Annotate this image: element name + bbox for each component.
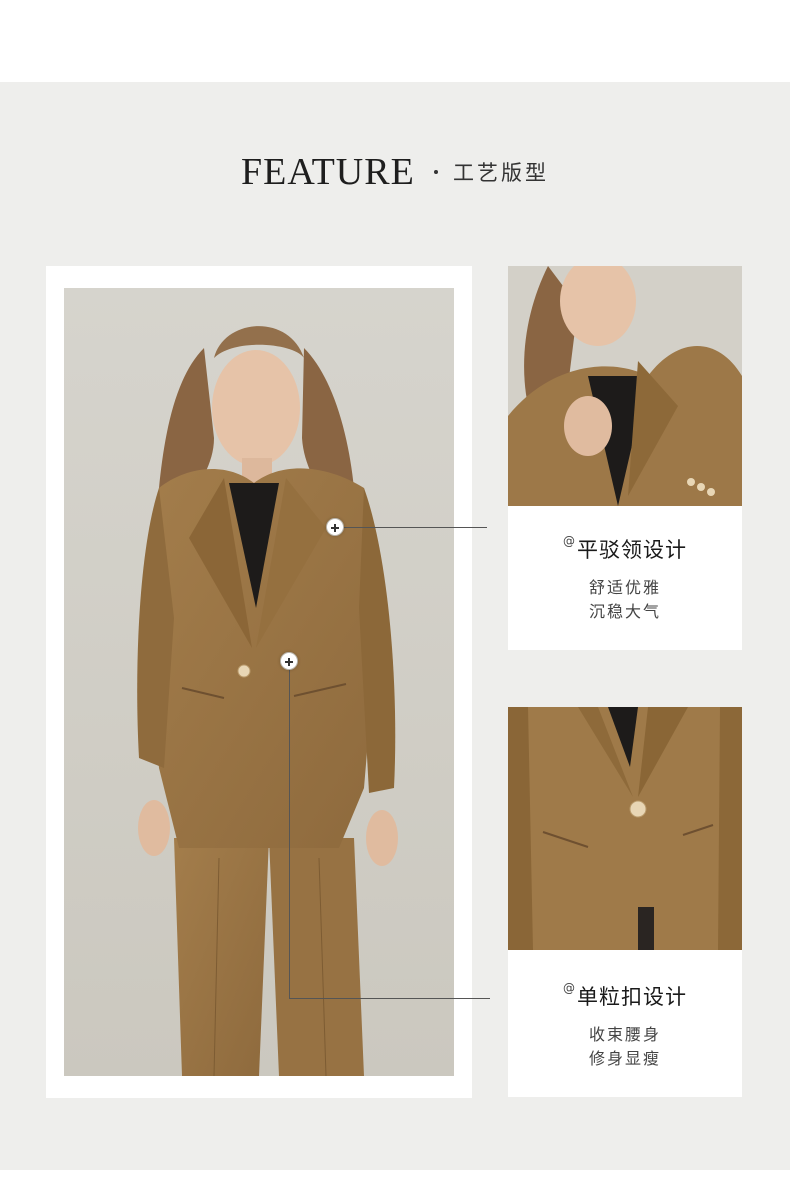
feature-heading: @单粒扣设计 (508, 981, 742, 1011)
title-english: FEATURE (241, 151, 415, 193)
lapel-hotspot-plus-icon[interactable] (326, 518, 344, 536)
section-title: FEATURE 工艺版型 (0, 150, 790, 194)
lapel-detail-photo (508, 266, 742, 506)
feature-heading-text: 平驳领设计 (577, 538, 687, 562)
feature-description: 收束腰身 修身显瘦 (508, 1023, 742, 1071)
at-marker-icon: @ (563, 981, 575, 995)
feature-line: 舒适优雅 (588, 578, 661, 597)
feature-heading: @平驳领设计 (508, 534, 742, 564)
feature-description: 舒适优雅 沉稳大气 (508, 576, 742, 624)
feature-line: 沉稳大气 (588, 602, 661, 621)
title-chinese: 工艺版型 (452, 161, 549, 185)
button-hotspot-plus-icon[interactable] (280, 652, 298, 670)
feature-heading-text: 单粒扣设计 (577, 985, 687, 1009)
button-connector-vertical (289, 670, 290, 998)
button-detail-photo (508, 707, 742, 950)
feature-card-lapel: @平驳领设计 舒适优雅 沉稳大气 (508, 266, 742, 650)
bottom-spacer (0, 1170, 790, 1202)
main-model-photo (64, 288, 454, 1076)
feature-card-button: @单粒扣设计 收束腰身 修身显瘦 (508, 707, 742, 1097)
feature-line: 收束腰身 (588, 1025, 661, 1044)
title-separator-dot (433, 170, 438, 174)
feature-line: 修身显瘦 (588, 1049, 661, 1068)
lapel-connector-line (344, 527, 487, 528)
button-connector-horizontal (289, 998, 490, 999)
at-marker-icon: @ (563, 534, 575, 548)
model-illustration (64, 288, 454, 1076)
